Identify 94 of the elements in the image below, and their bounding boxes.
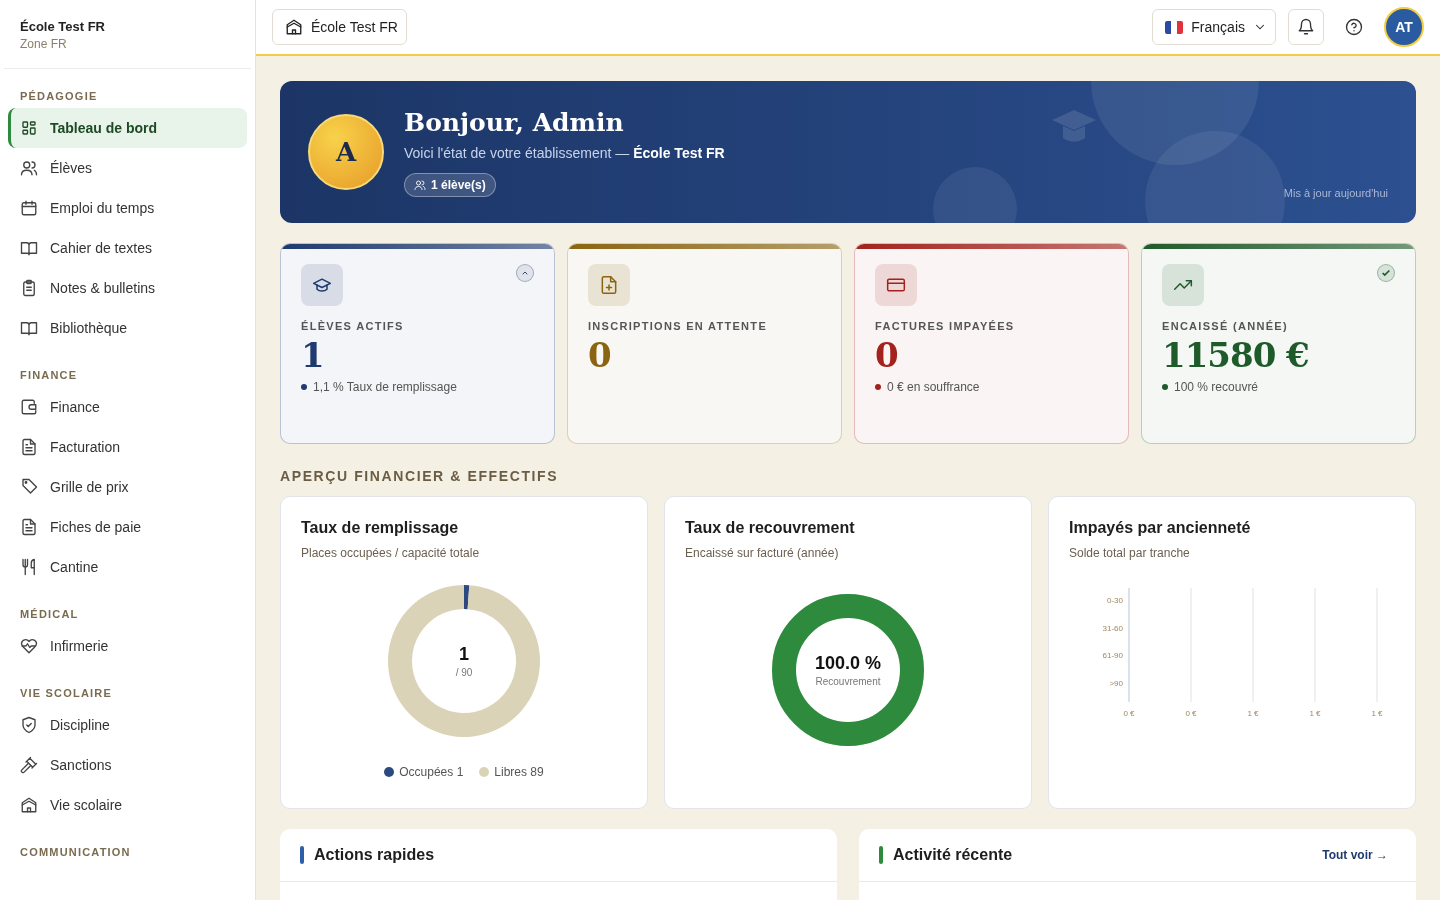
sidebar-item[interactable]: Discipline — [8, 705, 247, 745]
student-count-badge: 1 élève(s) — [404, 172, 496, 197]
sidebar-item[interactable]: Sanctions — [8, 745, 247, 785]
sidebar-item[interactable]: Grille de prix — [8, 467, 247, 507]
cutlery-icon — [20, 558, 38, 576]
heart-pulse-icon — [20, 637, 38, 655]
panel-title: Activité récente — [893, 846, 1014, 864]
school-icon — [20, 796, 38, 814]
credit-card-icon — [886, 275, 906, 295]
updated-label: Mis à jour aujourd'hui — [1283, 187, 1388, 199]
section-heading: APERÇU FINANCIER & EFFECTIFS — [280, 468, 560, 484]
notifications-button[interactable] — [1288, 9, 1324, 45]
section-heading: MÉDICAL — [19, 607, 80, 622]
school-button[interactable]: École Test FR — [272, 9, 407, 45]
graduation-cap-icon — [1052, 110, 1096, 142]
users-icon — [20, 159, 38, 177]
panel-title: Actions rapides — [314, 846, 436, 864]
legend-label: Occupées 1 — [399, 765, 464, 779]
card-title: Impayés par ancienneté — [1069, 519, 1252, 537]
status-dot — [301, 384, 307, 390]
stat-value: 11580 € — [1162, 334, 1310, 377]
school-icon — [285, 18, 303, 36]
card-subtitle: Places occupées / capacité totale — [301, 546, 481, 560]
section-heading: PÉDAGOGIE — [19, 89, 99, 104]
gauge-value: 100.0 % — [814, 653, 882, 674]
stat-value: 1 — [301, 334, 325, 377]
legend-label: Libres 89 — [494, 765, 544, 779]
admin-avatar: A — [308, 114, 384, 190]
axis-tick-label: 0 € — [1123, 709, 1135, 718]
stat-label: FACTURES IMPAYÉES — [875, 320, 1016, 332]
sidebar-item[interactable]: Vie scolaire — [8, 785, 247, 825]
sidebar-item[interactable]: Cantine — [8, 547, 247, 587]
section-heading: COMMUNICATION — [19, 845, 132, 860]
school-name: École Test FR — [20, 19, 106, 34]
sidebar-item[interactable]: Facturation — [8, 427, 247, 467]
section-heading: FINANCE — [19, 368, 79, 383]
sidebar-item[interactable]: Emploi du temps — [8, 188, 247, 228]
gavel-icon — [20, 756, 38, 774]
status-dot — [1162, 384, 1168, 390]
card-title: Taux de recouvrement — [685, 519, 856, 537]
axis-tick-label: 1 € — [1371, 709, 1383, 718]
sidebar-item[interactable]: Bibliothèque — [8, 308, 247, 348]
card-subtitle: Encaissé sur facturé (année) — [685, 546, 840, 560]
section-heading: VIE SCOLAIRE — [19, 686, 114, 701]
users-icon — [414, 178, 426, 191]
help-icon — [1345, 18, 1363, 36]
book-icon — [20, 239, 38, 257]
axis-tick-label: 0 € — [1185, 709, 1197, 718]
sidebar-item[interactable]: Infirmerie — [8, 626, 247, 666]
sidebar-item[interactable]: Élèves — [8, 148, 247, 188]
bell-icon — [1297, 18, 1315, 36]
clipboard-icon — [20, 279, 38, 297]
greeting-title: Bonjour, Admin — [404, 107, 624, 137]
zone-label: Zone FR — [20, 37, 68, 51]
status-dot — [875, 384, 881, 390]
tag-icon — [20, 478, 38, 496]
sidebar-item[interactable]: Cahier de textes — [8, 228, 247, 268]
stat-note: 100 % recouvré — [1174, 380, 1259, 394]
axis-category-label: 61-90 — [1102, 651, 1123, 660]
stat-label: INSCRIPTIONS EN ATTENTE — [588, 320, 769, 332]
shield-check-icon — [20, 716, 38, 734]
stat-value: 0 — [875, 334, 899, 377]
stat-value: 0 — [588, 334, 612, 377]
flag-icon — [1165, 20, 1184, 34]
dashboard-icon — [20, 119, 38, 137]
calendar-icon — [20, 199, 38, 217]
sidebar-item[interactable]: Fiches de paie — [8, 507, 247, 547]
file-plus-icon — [599, 275, 619, 295]
axis-tick-label: 1 € — [1309, 709, 1321, 718]
check-icon — [1377, 264, 1395, 282]
gauge-caption: Recouvrement — [815, 676, 881, 687]
sidebar-item[interactable]: Tableau de bord — [8, 108, 247, 148]
axis-category-label: 31-60 — [1102, 623, 1123, 633]
book-icon — [20, 319, 38, 337]
stat-label: ÉLÈVES ACTIFS — [301, 320, 405, 332]
greeting-subtitle: Voici l'état de votre établissement — École Test FR — [404, 144, 725, 161]
see-all-link[interactable]: Tout voir → — [1322, 848, 1388, 862]
sidebar-item[interactable]: Notes & bulletins — [8, 268, 247, 308]
document-icon — [20, 518, 38, 536]
wallet-icon — [20, 398, 38, 416]
stat-note: 0 € en souffrance — [887, 380, 980, 394]
axis-category-label: >90 — [1109, 678, 1123, 688]
card-title: Taux de remplissage — [301, 519, 460, 537]
document-icon — [20, 438, 38, 456]
sidebar-item[interactable]: Finance — [8, 387, 247, 427]
card-subtitle: Solde total par tranche — [1069, 546, 1191, 560]
donut-value: 1 — [459, 644, 469, 665]
axis-category-label: 0-30 — [1107, 596, 1123, 605]
stat-note: 1,1 % Taux de remplissage — [313, 380, 457, 394]
donut-caption: / 90 — [455, 667, 473, 678]
user-avatar[interactable]: AT — [1384, 7, 1424, 47]
stat-label: ENCAISSÉ (ANNÉE) — [1162, 320, 1289, 332]
language-select[interactable]: Français — [1152, 9, 1276, 45]
axis-tick-label: 1 € — [1247, 709, 1259, 718]
